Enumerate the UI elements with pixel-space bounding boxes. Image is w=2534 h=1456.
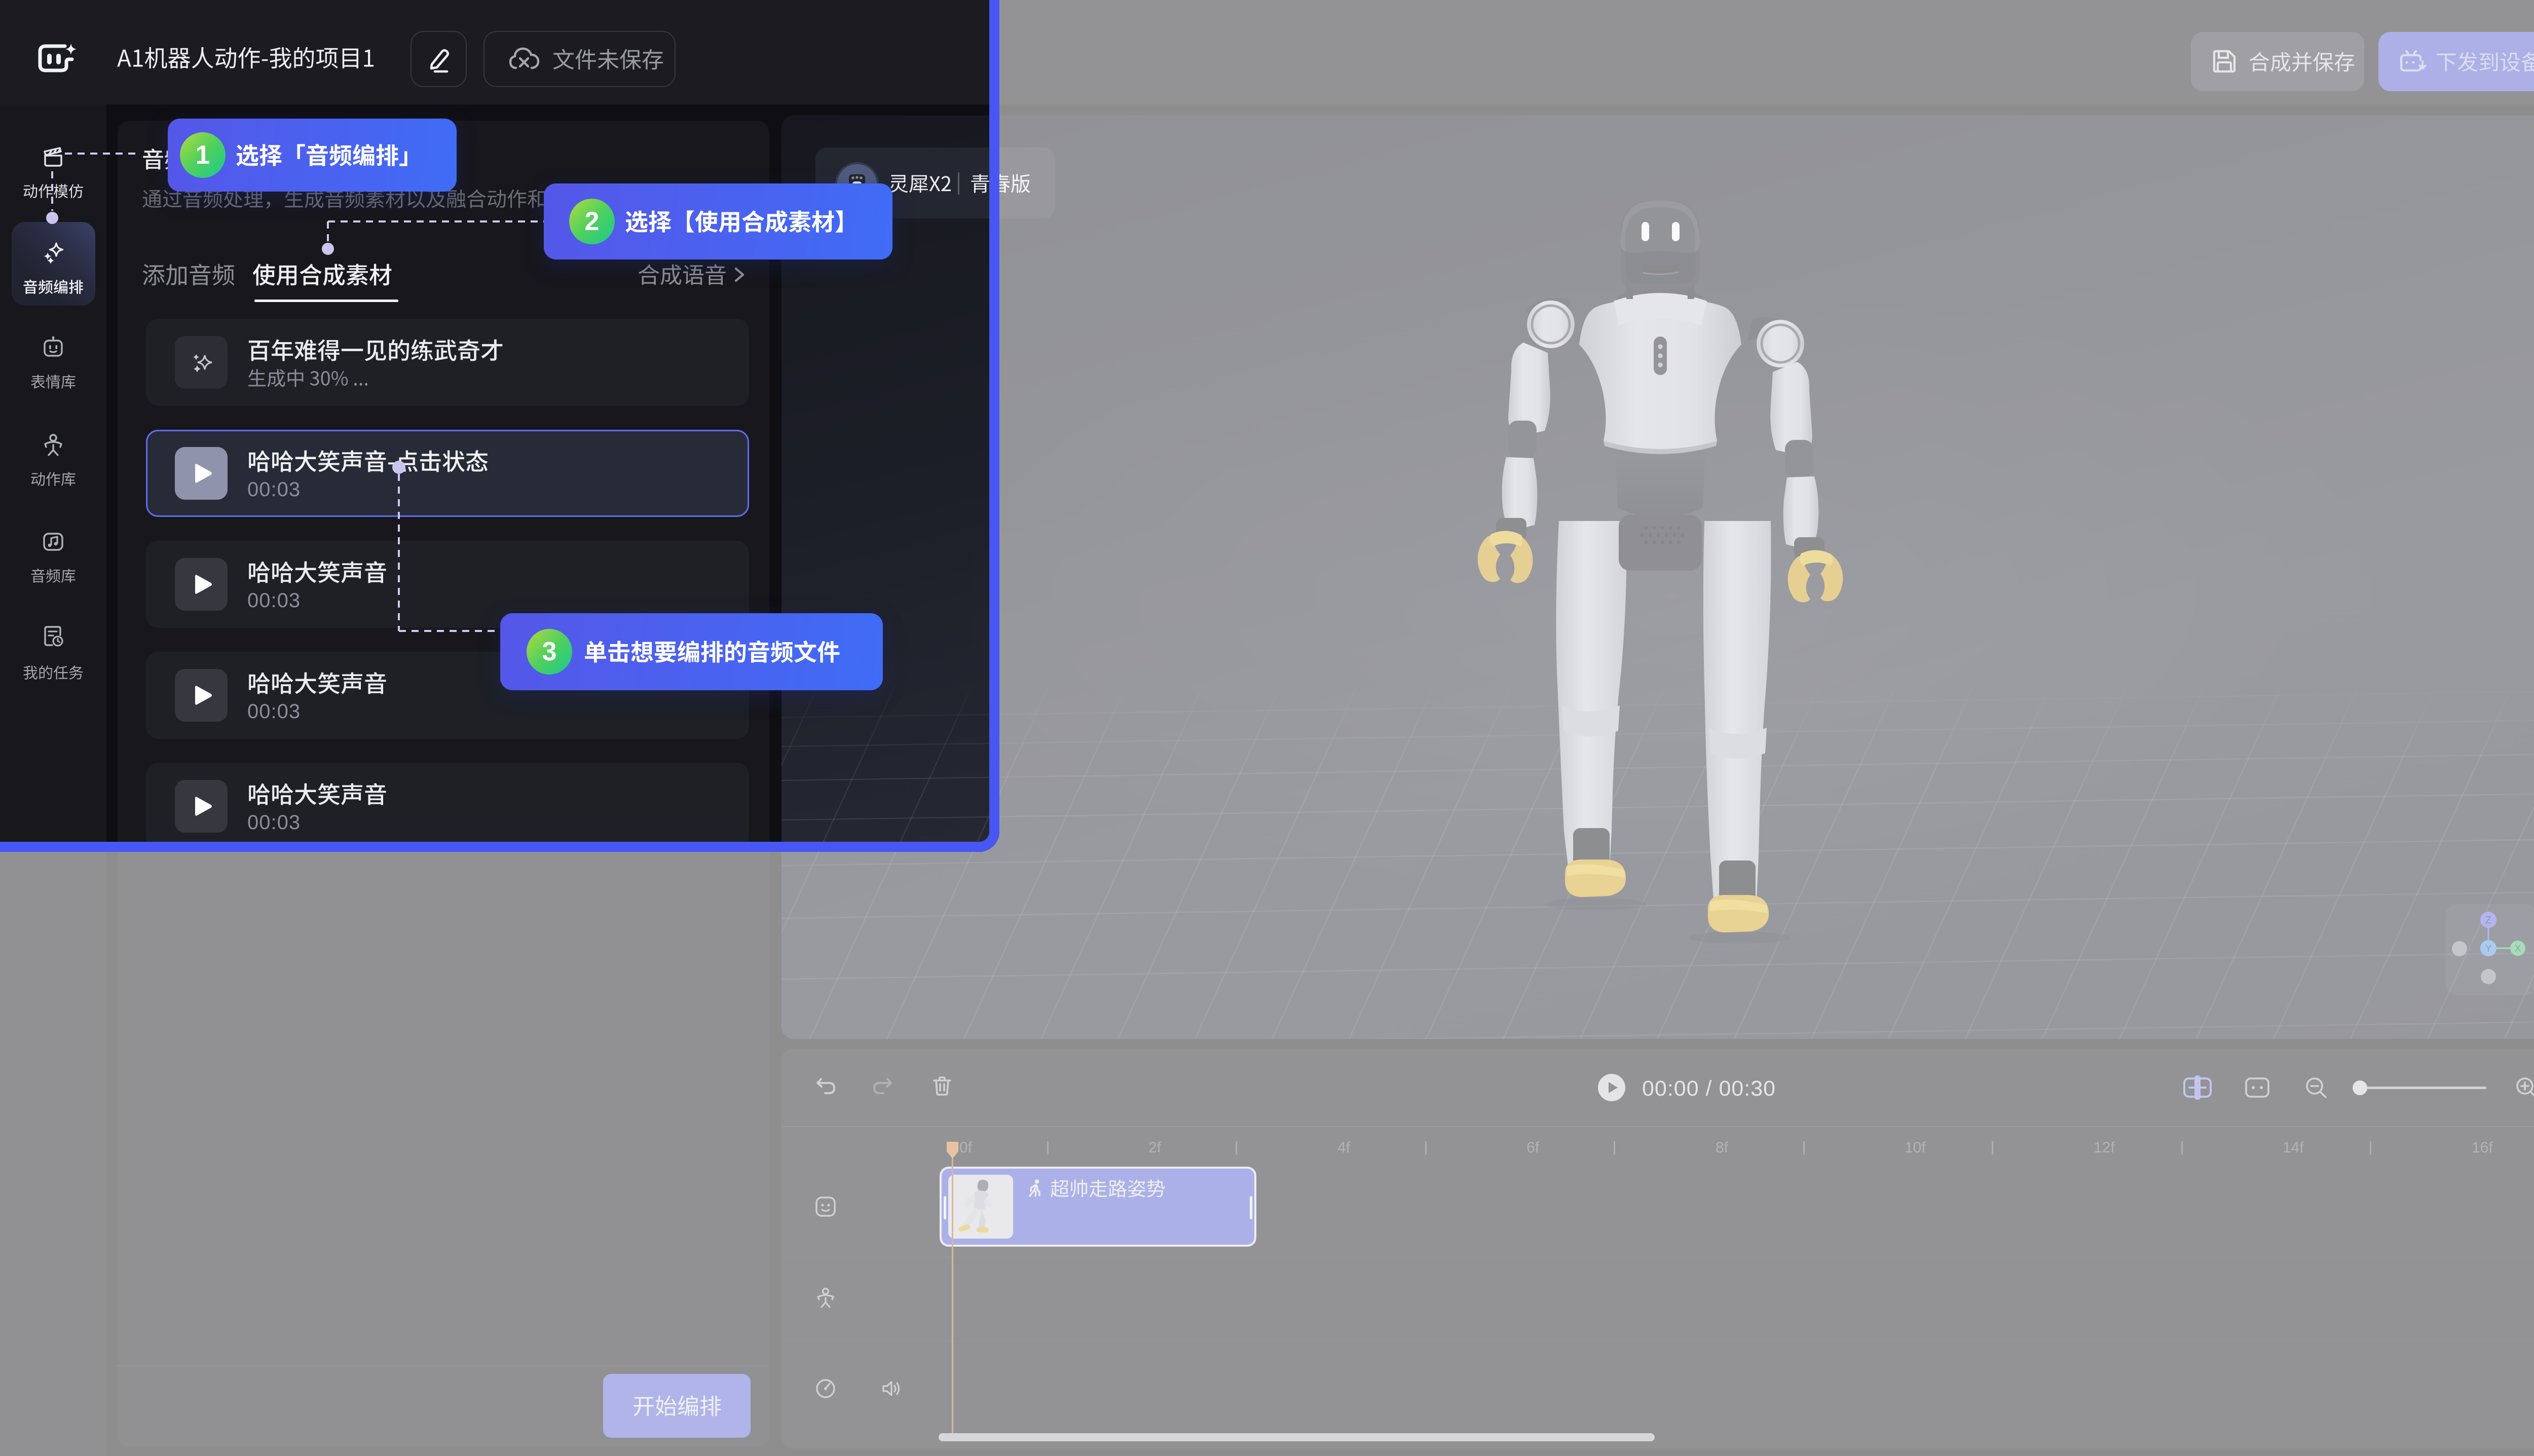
svg-text:Y: Y — [2485, 943, 2491, 954]
svg-text:Z: Z — [2485, 915, 2491, 926]
svg-text:X: X — [2514, 943, 2521, 954]
